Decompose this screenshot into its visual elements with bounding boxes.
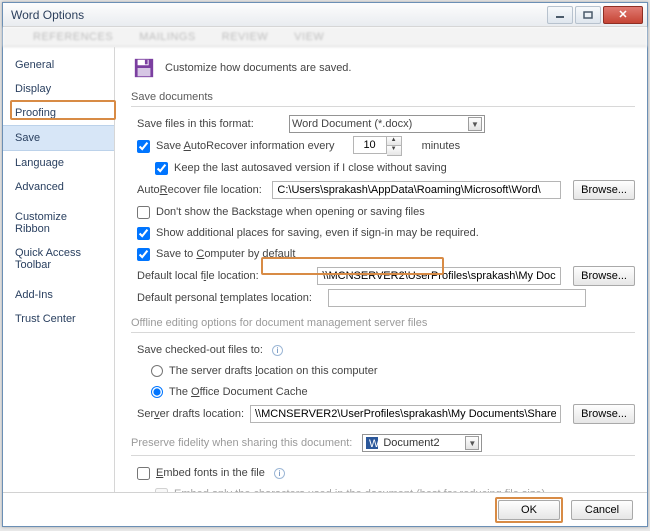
server-drafts-loc-label: Server drafts location:	[137, 408, 244, 420]
word-doc-icon: W	[365, 436, 379, 450]
server-drafts-radio-label: The server drafts location on this compu…	[169, 365, 378, 377]
section-offline: Offline editing options for document man…	[131, 313, 635, 333]
background-ribbon: REFERENCESMAILINGSREVIEWVIEW	[3, 27, 647, 47]
additional-places-checkbox[interactable]	[137, 227, 150, 240]
sidebar-item-trust-center[interactable]: Trust Center	[3, 307, 114, 331]
default-local-label: Default local file location:	[137, 270, 311, 282]
autorecover-checkbox[interactable]	[137, 140, 150, 153]
sidebar-item-general[interactable]: General	[3, 53, 114, 77]
sidebar: GeneralDisplayProofingSaveLanguageAdvanc…	[3, 47, 115, 492]
info-icon[interactable]: i	[272, 345, 283, 356]
sidebar-item-language[interactable]: Language	[3, 151, 114, 175]
spin-down-icon[interactable]: ▼	[387, 146, 401, 155]
sidebar-item-customize-ribbon[interactable]: Customize Ribbon	[3, 205, 114, 241]
browse-local-button[interactable]: Browse...	[573, 266, 635, 286]
save-icon	[133, 57, 155, 79]
window-title: Word Options	[11, 8, 545, 22]
chevron-down-icon: ▼	[468, 117, 482, 131]
close-button[interactable]: ✕	[603, 6, 643, 24]
sidebar-item-add-ins[interactable]: Add-Ins	[3, 283, 114, 307]
keep-last-checkbox[interactable]	[155, 162, 168, 175]
highlight-ok: OK	[495, 497, 563, 523]
default-local-input[interactable]	[317, 267, 561, 285]
section-save-documents: Save documents	[131, 87, 635, 107]
browse-server-button[interactable]: Browse...	[573, 404, 635, 424]
format-combo[interactable]: Word Document (*.docx)▼	[289, 115, 485, 133]
keep-last-label: Keep the last autosaved version if I clo…	[174, 162, 447, 174]
banner-text: Customize how documents are saved.	[165, 62, 351, 74]
backstage-label: Don't show the Backstage when opening or…	[156, 206, 425, 218]
autorecover-minutes-spinner[interactable]: ▲▼	[353, 136, 402, 156]
dialog-footer: OK Cancel	[3, 492, 647, 526]
format-label: Save files in this format:	[137, 118, 283, 130]
spin-up-icon[interactable]: ▲	[387, 137, 401, 146]
embed-chars-checkbox	[155, 488, 168, 493]
sidebar-item-advanced[interactable]: Advanced	[3, 175, 114, 199]
ar-location-input[interactable]	[272, 181, 561, 199]
checked-out-label: Save checked-out files to:	[137, 344, 263, 356]
server-drafts-radio[interactable]	[151, 365, 163, 377]
maximize-button[interactable]	[575, 6, 601, 24]
office-cache-radio[interactable]	[151, 386, 163, 398]
info-icon[interactable]: i	[274, 468, 285, 479]
cancel-button[interactable]: Cancel	[571, 500, 633, 520]
browse-ar-button[interactable]: Browse...	[573, 180, 635, 200]
ar-location-label: AutoRecover file location:	[137, 184, 266, 196]
ok-button[interactable]: OK	[498, 500, 560, 520]
titlebar: Word Options ✕	[3, 3, 647, 27]
default-templates-input[interactable]	[328, 289, 586, 307]
minutes-label: minutes	[422, 140, 461, 152]
content-pane: Customize how documents are saved. Save …	[115, 47, 647, 492]
default-templates-label: Default personal templates location:	[137, 292, 322, 304]
backstage-checkbox[interactable]	[137, 206, 150, 219]
minimize-button[interactable]	[547, 6, 573, 24]
fidelity-doc-combo[interactable]: W Document2 ▼	[362, 434, 482, 452]
chevron-down-icon: ▼	[465, 436, 479, 450]
save-to-computer-label: Save to Computer by default	[156, 248, 295, 260]
section-fidelity: Preserve fidelity when sharing this docu…	[131, 430, 635, 456]
sidebar-item-proofing[interactable]: Proofing	[3, 101, 114, 125]
sidebar-item-save[interactable]: Save	[3, 125, 114, 151]
office-cache-radio-label: The Office Document Cache	[169, 386, 308, 398]
embed-chars-label: Embed only the characters used in the do…	[174, 488, 545, 492]
svg-text:W: W	[369, 438, 379, 450]
autorecover-label: Save AutoRecover information every	[156, 140, 335, 152]
sidebar-item-quick-access-toolbar[interactable]: Quick Access Toolbar	[3, 241, 114, 277]
embed-fonts-checkbox[interactable]	[137, 467, 150, 480]
server-drafts-loc-input[interactable]	[250, 405, 561, 423]
word-options-dialog: Word Options ✕ REFERENCESMAILINGSREVIEWV…	[2, 2, 648, 527]
save-to-computer-checkbox[interactable]	[137, 248, 150, 261]
embed-fonts-label: Embed fonts in the file	[156, 467, 265, 479]
additional-places-label: Show additional places for saving, even …	[156, 227, 479, 239]
sidebar-item-display[interactable]: Display	[3, 77, 114, 101]
